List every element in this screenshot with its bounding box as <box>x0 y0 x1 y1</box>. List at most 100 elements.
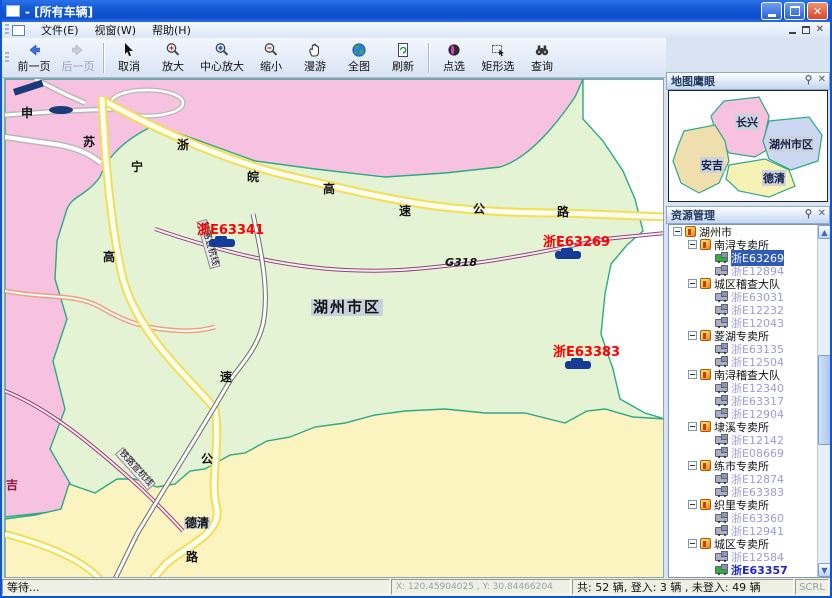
toolbar-grip[interactable] <box>5 52 9 64</box>
vehicle-icon <box>209 239 235 247</box>
center-zoom-icon <box>214 42 230 58</box>
map-label: 德清 <box>184 517 210 529</box>
map-canvas[interactable]: 申苏浙宁皖高速公路高速公路G318湖州市区德清吉铁路宣杭线铁路宣杭线 浙E633… <box>4 78 664 578</box>
tree-rows: 湖州市 南浔专卖所 浙E63269 浙E12894 城区稽查大队 <box>669 225 829 578</box>
center-zoom-button[interactable]: 中心放大 <box>195 40 249 76</box>
expand-toggle-icon[interactable] <box>688 331 697 340</box>
pin-icon[interactable] <box>804 209 813 219</box>
zoom-in-icon <box>165 42 181 58</box>
node-icon <box>715 553 728 561</box>
menu-help[interactable]: 帮助(H) <box>144 21 199 39</box>
search-button[interactable]: 查询 <box>520 40 564 76</box>
point-select-icon <box>446 42 462 58</box>
map-label: 高 <box>103 251 115 263</box>
node-icon <box>715 306 728 314</box>
node-icon <box>700 421 711 432</box>
node-icon <box>715 566 728 574</box>
status-bar: 等待... X: 120.45904025 , Y: 30.84466204 共… <box>2 578 830 596</box>
node-icon <box>700 538 711 549</box>
map-label: 苏 <box>83 136 95 148</box>
full-map-button[interactable]: 全图 <box>337 40 381 76</box>
expand-toggle-icon[interactable] <box>688 422 697 431</box>
arrow-left-icon <box>26 42 42 58</box>
menu-grip[interactable] <box>5 24 9 36</box>
pan-button[interactable]: 漫游 <box>293 40 337 76</box>
menu-file[interactable]: 文件(E) <box>33 21 87 39</box>
map-label: 速 <box>220 371 232 383</box>
pan-hand-icon <box>307 42 323 58</box>
app-window: - [所有车辆] ✕ 文件(E) 视窗(W) 帮助(H) ✕ 前一页 后一页 <box>0 0 832 598</box>
scroll-down-icon[interactable]: ▼ <box>818 563 831 577</box>
title-bar[interactable]: - [所有车辆] ✕ <box>2 0 830 22</box>
status-message: 等待... <box>2 579 390 595</box>
menu-view[interactable]: 视窗(W) <box>87 21 144 39</box>
close-button[interactable]: ✕ <box>807 2 828 20</box>
prev-page-button[interactable]: 前一页 <box>12 40 56 76</box>
node-icon <box>715 514 728 522</box>
map-label: 路 <box>186 551 198 563</box>
mdi-close-icon[interactable]: ✕ <box>816 24 824 35</box>
node-icon <box>715 319 728 327</box>
refresh-button[interactable]: 刷新 <box>381 40 425 76</box>
pin-icon[interactable] <box>804 75 813 85</box>
map-label: G318 <box>445 257 477 268</box>
minimize-button[interactable] <box>761 2 782 20</box>
resources-panel-title[interactable]: 资源管理 ✕ <box>666 206 830 224</box>
expand-toggle-icon[interactable] <box>688 370 697 379</box>
node-icon <box>685 226 696 237</box>
expand-toggle-icon[interactable] <box>688 461 697 470</box>
expand-toggle-icon[interactable] <box>673 227 682 236</box>
node-icon <box>700 278 711 289</box>
node-icon <box>715 449 728 457</box>
zoom-in-button[interactable]: 放大 <box>151 40 195 76</box>
scrollbar-thumb[interactable] <box>818 355 831 445</box>
vehicle-marker[interactable]: 浙E63383 <box>553 341 620 369</box>
tree-scrollbar[interactable]: ▲ ▼ <box>817 225 831 577</box>
toolbar-separator <box>103 43 104 73</box>
node-icon <box>715 436 728 444</box>
point-select-button[interactable]: 点选 <box>432 40 476 76</box>
expand-toggle-icon[interactable] <box>688 500 697 509</box>
next-page-button: 后一页 <box>56 40 100 76</box>
vehicle-icon <box>565 361 591 369</box>
map-label: 湖州市区 <box>311 299 383 316</box>
overview-panel-title[interactable]: 地图鹰眼 ✕ <box>666 72 830 90</box>
overview-region-label: 长兴 <box>735 114 759 130</box>
cursor-icon <box>121 42 137 58</box>
rect-select-button[interactable]: 矩形选 <box>476 40 520 76</box>
panel-close-icon[interactable]: ✕ <box>818 209 826 219</box>
status-scroll-lock: SCRL <box>795 579 829 595</box>
map-label: 公 <box>201 453 213 465</box>
restore-button[interactable] <box>784 2 805 20</box>
node-icon <box>715 475 728 483</box>
mdi-restore-icon[interactable] <box>802 26 810 34</box>
vehicle-marker[interactable]: 浙E63269 <box>543 231 610 259</box>
node-icon <box>715 358 728 366</box>
mdi-minimize-icon[interactable] <box>789 32 796 34</box>
zoom-out-icon <box>263 42 279 58</box>
vehicle-plate-label: 浙E63341 <box>197 223 264 238</box>
toolbar-separator <box>428 43 429 73</box>
cancel-button[interactable]: 取消 <box>107 40 151 76</box>
map-label: 路 <box>557 206 569 218</box>
zoom-out-button[interactable]: 缩小 <box>249 40 293 76</box>
node-icon <box>715 254 728 262</box>
binoculars-icon <box>534 42 550 58</box>
overview-minimap[interactable]: 长兴湖州市区安吉德清 <box>668 90 828 202</box>
mdi-child-icon[interactable] <box>12 25 25 36</box>
node-icon <box>700 460 711 471</box>
map-label: 浙 <box>177 139 189 151</box>
vehicle-marker[interactable]: 浙E63341 <box>197 219 264 247</box>
resource-tree[interactable]: 湖州市 南浔专卖所 浙E63269 浙E12894 城区稽查大队 <box>668 224 830 578</box>
expand-toggle-icon[interactable] <box>688 240 697 249</box>
node-icon <box>715 488 728 496</box>
node-icon <box>700 239 711 250</box>
map-label: 申 <box>21 107 33 119</box>
node-icon <box>715 293 728 301</box>
vehicle-icon <box>555 251 581 259</box>
scroll-up-icon[interactable]: ▲ <box>818 225 831 239</box>
panel-close-icon[interactable]: ✕ <box>818 75 826 85</box>
expand-toggle-icon[interactable] <box>688 279 697 288</box>
node-icon <box>715 397 728 405</box>
expand-toggle-icon[interactable] <box>688 539 697 548</box>
